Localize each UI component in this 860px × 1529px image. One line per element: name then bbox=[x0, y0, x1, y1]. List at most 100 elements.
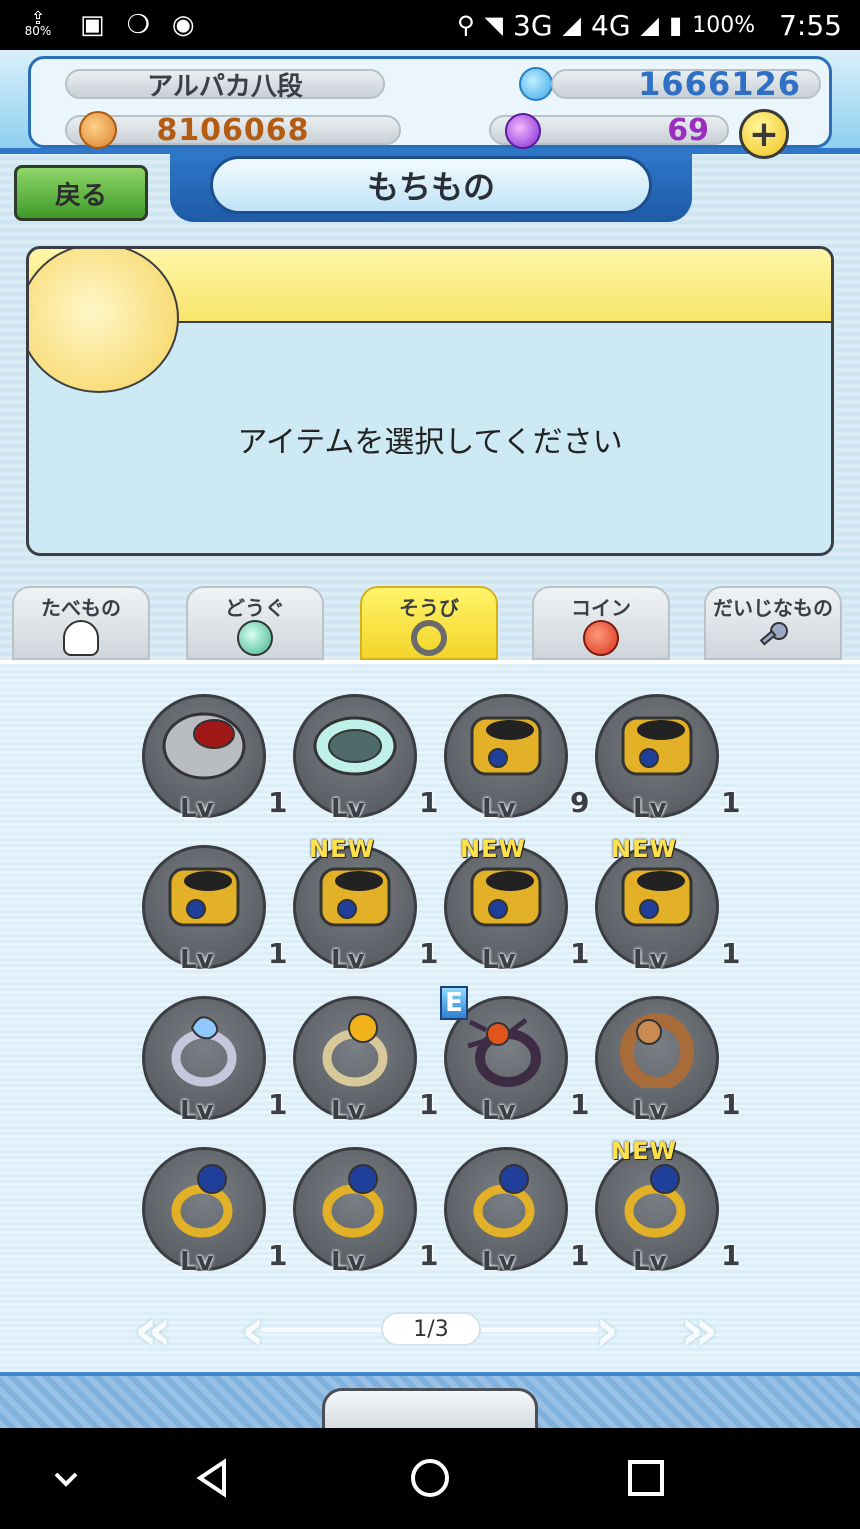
bottom-action-button[interactable] bbox=[322, 1388, 538, 1428]
message-panel: アイテムを選択してください bbox=[26, 246, 834, 556]
next-page-button[interactable]: › bbox=[572, 1300, 642, 1360]
level-value: 1 bbox=[419, 786, 439, 819]
orb-icon bbox=[237, 620, 273, 656]
signal-4g-icon: ◢ bbox=[640, 11, 659, 39]
wooden-ring-icon bbox=[620, 1013, 694, 1088]
item-slot[interactable]: Lv 1 bbox=[138, 690, 288, 840]
level-label: Lv bbox=[331, 1247, 365, 1277]
home-circle-icon[interactable] bbox=[404, 1452, 456, 1504]
level-label: Lv bbox=[633, 1096, 667, 1126]
battery-icon: ▮ bbox=[668, 11, 683, 39]
player-name: アルパカ八段 bbox=[65, 69, 385, 102]
tab-label: コイン bbox=[571, 596, 631, 620]
gold-sapphire-ring-icon bbox=[473, 1164, 535, 1238]
item-slot[interactable]: NEW Lv 1 bbox=[591, 835, 741, 991]
level-value: 1 bbox=[419, 937, 439, 970]
item-slot[interactable]: NEW Lv 1 bbox=[440, 835, 590, 991]
level-label: Lv bbox=[482, 945, 516, 975]
gem-count: 1666126 bbox=[551, 65, 821, 103]
new-badge: NEW bbox=[460, 835, 526, 863]
item-slot[interactable]: Lv 1 bbox=[138, 841, 288, 991]
player-info-frame: アルパカ八段 1666126 8106068 69 + bbox=[28, 56, 832, 159]
network-3g-label: 3G bbox=[513, 8, 553, 42]
level-value: 1 bbox=[268, 786, 288, 819]
item-slot[interactable]: Lv 1 bbox=[138, 1143, 288, 1293]
item-slot[interactable]: Lv 1 bbox=[289, 992, 439, 1142]
gold-sapphire-ring-icon bbox=[171, 1164, 233, 1238]
page-title: もちもの bbox=[210, 156, 652, 214]
item-slot[interactable]: Lv 1 bbox=[289, 1143, 439, 1293]
clock: 7:55 bbox=[779, 8, 842, 42]
signal-3g-icon: ◢ bbox=[562, 11, 581, 39]
last-page-button[interactable]: » bbox=[664, 1300, 734, 1360]
gold-bracer-icon bbox=[319, 867, 391, 927]
new-badge: NEW bbox=[611, 835, 677, 863]
level-value: 1 bbox=[268, 937, 288, 970]
gold-bracer-icon bbox=[470, 867, 542, 927]
item-slot[interactable]: Lv 1 bbox=[440, 1143, 590, 1293]
level-label: Lv bbox=[482, 1247, 516, 1277]
status-bar: ⇪ 80% ▣ ❍ ◉ ⚲ ◥ 3G ◢ 4G ◢ ▮ 100% 7:55 bbox=[0, 0, 860, 50]
chevron-down-icon[interactable] bbox=[40, 1452, 92, 1504]
level-value: 9 bbox=[570, 786, 590, 819]
tab-key-items[interactable]: だいじなもの bbox=[704, 586, 842, 660]
ring-icon bbox=[411, 620, 447, 656]
level-label: Lv bbox=[633, 1247, 667, 1277]
add-orbs-button[interactable]: + bbox=[739, 109, 789, 159]
item-slot[interactable]: NEW Lv 1 bbox=[289, 835, 439, 991]
back-button[interactable]: 戻る bbox=[14, 165, 148, 221]
gold-sapphire-ring-icon bbox=[624, 1164, 686, 1238]
onigiri-icon bbox=[63, 620, 99, 656]
level-value: 1 bbox=[419, 1239, 439, 1272]
item-slot[interactable]: Lv 1 bbox=[289, 690, 439, 840]
tab-food[interactable]: たべもの bbox=[12, 586, 150, 660]
first-page-button[interactable]: « bbox=[118, 1300, 188, 1360]
item-slot[interactable]: Lv 1 bbox=[138, 992, 288, 1142]
level-value: 1 bbox=[721, 937, 741, 970]
sun-decoration bbox=[29, 249, 179, 393]
cloud-upload-icon: ⇪ 80% bbox=[18, 10, 58, 38]
level-value: 1 bbox=[268, 1088, 288, 1121]
title-banner: もちもの bbox=[170, 150, 692, 222]
back-triangle-icon[interactable] bbox=[188, 1452, 240, 1504]
level-label: Lv bbox=[180, 1247, 214, 1277]
jade-bracelet-icon bbox=[313, 716, 397, 776]
level-value: 1 bbox=[721, 1088, 741, 1121]
item-slot[interactable]: Lv 9 bbox=[440, 690, 590, 840]
tab-coins[interactable]: コイン bbox=[532, 586, 670, 660]
level-label: Lv bbox=[180, 945, 214, 975]
tab-label: どうぐ bbox=[225, 596, 285, 620]
gold-bracer-icon bbox=[621, 867, 693, 927]
item-grid: Lv 1 Lv 1 Lv 9 Lv 1 Lv 1 NEW Lv 1 NEW Lv… bbox=[138, 690, 742, 1290]
item-slot[interactable]: E Lv 1 bbox=[440, 986, 590, 1142]
tab-tools[interactable]: どうぐ bbox=[186, 586, 324, 660]
prev-page-button[interactable]: ‹ bbox=[218, 1300, 288, 1360]
item-slot[interactable]: NEW Lv 1 bbox=[591, 1137, 741, 1293]
dark-spider-ring-icon bbox=[467, 1018, 541, 1087]
gold-bracer-icon bbox=[470, 716, 542, 776]
level-value: 1 bbox=[721, 1239, 741, 1272]
item-slot[interactable]: Lv 1 bbox=[591, 690, 741, 840]
level-label: Lv bbox=[331, 945, 365, 975]
item-slot[interactable]: Lv 1 bbox=[591, 992, 741, 1142]
tab-equipment[interactable]: そうび bbox=[360, 586, 498, 660]
pager: « ‹ 1/3 › » bbox=[0, 1292, 860, 1372]
gem-icon bbox=[519, 67, 553, 101]
level-value: 1 bbox=[419, 1088, 439, 1121]
level-label: Lv bbox=[633, 794, 667, 824]
level-label: Lv bbox=[482, 794, 516, 824]
gold-sapphire-ring-icon bbox=[322, 1164, 384, 1238]
level-label: Lv bbox=[482, 1096, 516, 1126]
location-icon: ⚲ bbox=[456, 11, 475, 39]
game-screen: アルパカ八段 1666126 8106068 69 + 戻る もちもの アイテム… bbox=[0, 50, 860, 1428]
gold-bracer-icon bbox=[168, 867, 240, 927]
equipped-badge: E bbox=[440, 986, 468, 1020]
level-value: 1 bbox=[570, 937, 590, 970]
app-icon: ❍ bbox=[126, 10, 150, 40]
coin-icon bbox=[583, 620, 619, 656]
blue-flame-ring-icon bbox=[171, 1016, 237, 1087]
recents-square-icon[interactable] bbox=[620, 1452, 672, 1504]
level-label: Lv bbox=[331, 1096, 365, 1126]
gold-bracer-icon bbox=[621, 716, 693, 776]
system-nav-bar bbox=[0, 1428, 860, 1529]
